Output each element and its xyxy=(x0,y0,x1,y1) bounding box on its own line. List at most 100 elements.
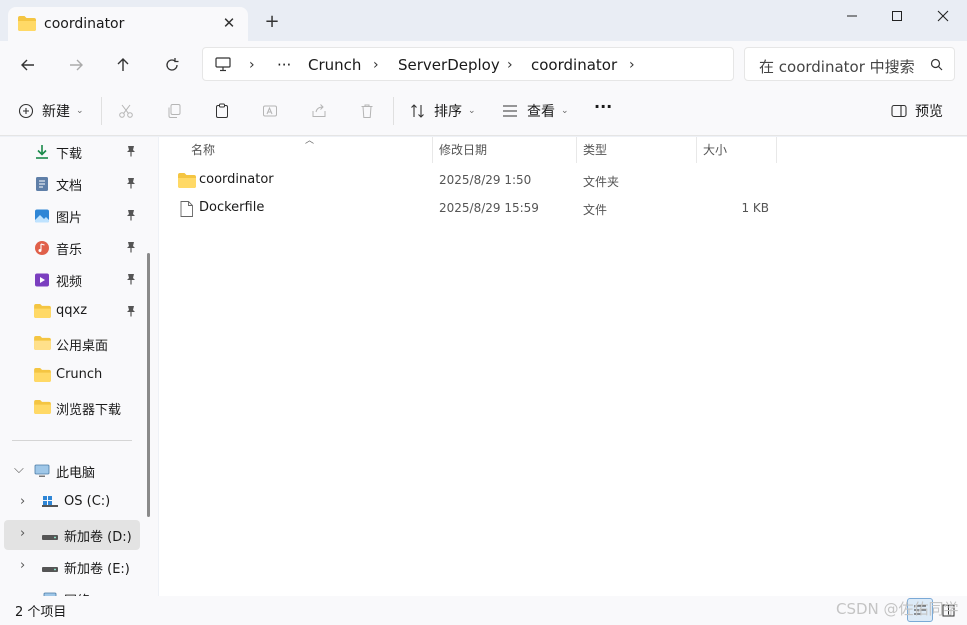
sidebar-item-documents[interactable]: 文档 xyxy=(4,169,140,199)
column-header-type[interactable]: 类型 xyxy=(583,141,607,158)
sort-button[interactable]: 排序 ⌄ xyxy=(410,101,476,121)
pin-icon[interactable] xyxy=(126,305,136,321)
arrow-right-icon xyxy=(70,59,83,71)
sidebar-item-drive-d[interactable]: › 新加卷 (D:) xyxy=(4,520,140,550)
sidebar-item-label: 视频 xyxy=(56,275,83,290)
minimize-button[interactable] xyxy=(829,0,875,32)
sidebar-item-this-pc[interactable]: ⌵ 此电脑 xyxy=(4,456,140,486)
preview-button[interactable]: 预览 xyxy=(891,101,943,121)
share-icon[interactable] xyxy=(311,103,327,123)
sidebar-item-label: 文档 xyxy=(56,179,83,194)
forward-button[interactable] xyxy=(64,53,88,77)
chevron-right-icon[interactable]: › xyxy=(629,57,635,73)
sidebar-item-videos[interactable]: 视频 xyxy=(4,265,140,295)
chevron-right-icon[interactable]: › xyxy=(507,57,513,73)
column-divider[interactable] xyxy=(696,137,697,163)
drive-icon xyxy=(42,563,58,578)
chevron-right-icon[interactable]: › xyxy=(20,494,25,509)
chevron-right-icon[interactable]: › xyxy=(373,57,379,73)
computer-icon xyxy=(215,57,231,76)
chevron-right-icon[interactable]: › xyxy=(249,57,255,73)
breadcrumb-crunch[interactable]: Crunch xyxy=(308,56,361,74)
file-name: Dockerfile xyxy=(199,200,265,215)
computer-icon xyxy=(34,463,50,483)
close-window-button[interactable] xyxy=(920,0,966,32)
column-divider[interactable] xyxy=(776,137,777,163)
sort-label: 排序 xyxy=(434,104,462,120)
search-icon[interactable] xyxy=(930,58,943,75)
sidebar-item-label: 新加卷 (D:) xyxy=(64,530,132,545)
search-box[interactable]: 在 coordinator 中搜索 xyxy=(744,47,955,81)
column-divider[interactable] xyxy=(576,137,577,163)
plus-circle-icon xyxy=(18,103,34,119)
file-row-coordinator[interactable]: coordinator 2025/8/29 1:50 文件夹 xyxy=(173,168,793,194)
file-date: 2025/8/29 15:59 xyxy=(439,201,539,215)
preview-pane-icon xyxy=(891,104,907,118)
sidebar-item-browser-downloads[interactable]: 浏览器下载 xyxy=(4,393,140,423)
up-button[interactable] xyxy=(111,53,135,77)
column-header-date[interactable]: 修改日期 xyxy=(439,141,487,158)
folder-icon xyxy=(18,16,36,35)
column-header-name[interactable]: 名称 xyxy=(191,141,215,158)
new-button[interactable]: 新建 ⌄ xyxy=(18,101,84,121)
close-tab-icon[interactable]: ✕ xyxy=(218,12,240,34)
preview-label: 预览 xyxy=(915,104,943,120)
file-date: 2025/8/29 1:50 xyxy=(439,173,532,187)
breadcrumb-ellipsis[interactable]: ··· xyxy=(277,56,291,74)
folder-icon xyxy=(34,400,51,418)
list-view-icon xyxy=(503,105,517,117)
download-icon xyxy=(34,144,50,164)
column-header-size[interactable]: 大小 xyxy=(703,141,727,158)
arrow-left-icon xyxy=(21,59,34,71)
pin-icon[interactable] xyxy=(126,273,136,289)
music-icon xyxy=(34,240,50,260)
document-icon xyxy=(34,176,50,196)
sidebar-item-downloads[interactable]: 下载 xyxy=(4,137,140,167)
maximize-button[interactable] xyxy=(874,0,920,32)
tab-coordinator[interactable]: coordinator ✕ xyxy=(8,7,248,41)
sidebar-scrollbar[interactable] xyxy=(147,253,150,517)
sidebar-item-public-desktop[interactable]: 公用桌面 xyxy=(4,329,140,359)
delete-icon[interactable] xyxy=(359,103,375,123)
windows-drive-icon xyxy=(42,495,58,511)
sidebar-item-music[interactable]: 音乐 xyxy=(4,233,140,263)
cut-icon[interactable] xyxy=(118,103,134,123)
column-divider[interactable] xyxy=(432,137,433,163)
address-bar[interactable]: › ··· Crunch › ServerDeploy › coordinato… xyxy=(202,47,734,81)
sidebar-item-drive-e[interactable]: › 新加卷 (E:) xyxy=(4,552,140,582)
drive-icon xyxy=(42,531,58,546)
search-input[interactable]: 在 coordinator 中搜索 xyxy=(759,56,915,77)
file-row-dockerfile[interactable]: Dockerfile 2025/8/29 15:59 文件 1 KB xyxy=(173,196,793,222)
navigation-pane: 下载 文档 图片 音乐 视频 qqxz 公用桌面 Crunch 浏览器下载 ⌵ … xyxy=(0,137,158,596)
pin-icon[interactable] xyxy=(126,241,136,257)
sidebar-item-qqxz[interactable]: qqxz xyxy=(4,297,140,327)
view-label: 查看 xyxy=(527,104,555,120)
chevron-down-icon[interactable]: ⌵ xyxy=(14,462,24,477)
new-tab-button[interactable]: + xyxy=(262,13,282,33)
pin-icon[interactable] xyxy=(126,145,136,161)
sidebar-item-crunch[interactable]: Crunch xyxy=(4,361,140,391)
tab-title: coordinator xyxy=(44,16,125,32)
more-options-button[interactable]: ··· xyxy=(594,97,612,116)
chevron-right-icon[interactable]: › xyxy=(20,558,25,573)
pin-icon[interactable] xyxy=(126,177,136,193)
file-list: ︿ 名称 修改日期 类型 大小 coordinator 2025/8/29 1:… xyxy=(159,136,967,596)
chevron-right-icon[interactable]: › xyxy=(20,526,25,541)
rename-icon[interactable] xyxy=(262,103,278,123)
breadcrumb-serverdeploy[interactable]: ServerDeploy xyxy=(398,56,500,74)
pin-icon[interactable] xyxy=(126,209,136,225)
copy-icon[interactable] xyxy=(166,103,182,123)
sidebar-item-label: 公用桌面 xyxy=(56,339,109,354)
sort-ascending-icon: ︿ xyxy=(305,136,315,146)
title-bar: coordinator ✕ + xyxy=(0,0,967,41)
folder-icon xyxy=(178,173,196,192)
sidebar-item-drive-c[interactable]: › OS (C:) xyxy=(4,488,140,518)
breadcrumb-coordinator[interactable]: coordinator xyxy=(531,56,617,74)
sidebar-item-network[interactable]: 网络 xyxy=(4,584,140,596)
sidebar-item-pictures[interactable]: 图片 xyxy=(4,201,140,231)
back-button[interactable] xyxy=(16,53,40,77)
paste-icon[interactable] xyxy=(214,103,230,123)
refresh-button[interactable] xyxy=(160,53,184,77)
view-button[interactable]: 查看 ⌄ xyxy=(502,101,569,121)
video-icon xyxy=(34,272,50,292)
